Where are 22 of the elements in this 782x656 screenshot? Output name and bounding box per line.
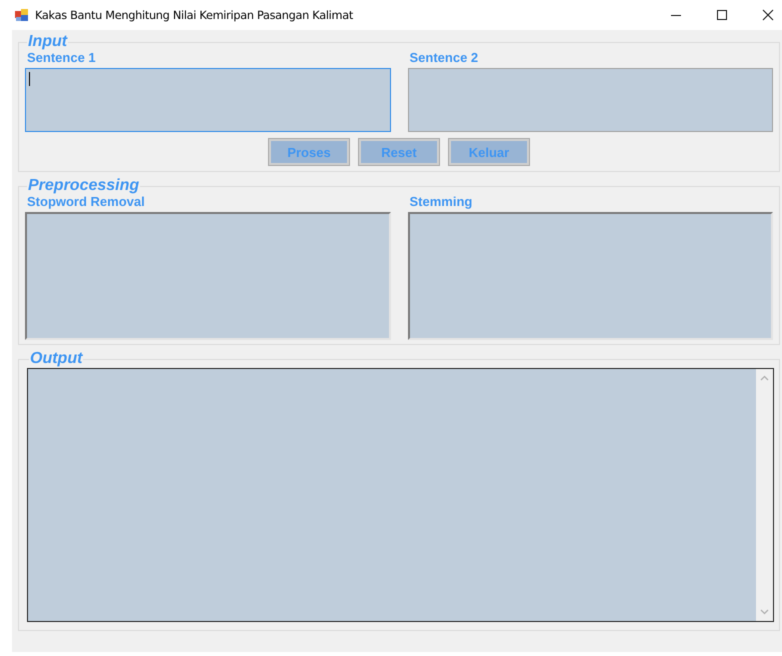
window-title: Kakas Bantu Menghitung Nilai Kemiripan Pasangan Kalimat <box>35 8 353 22</box>
group-title: Preprocessing <box>27 178 140 194</box>
group-title: Output <box>29 351 84 367</box>
action-button[interactable]: Reset <box>358 138 440 166</box>
field-label: Stemming <box>410 194 474 209</box>
scrollbar[interactable] <box>756 369 773 621</box>
field-label: Sentence 2 <box>410 50 480 65</box>
field-label: Sentence 1 <box>27 50 97 65</box>
text-area[interactable] <box>25 212 390 340</box>
text-area[interactable] <box>25 68 390 132</box>
text-area[interactable] <box>408 212 773 340</box>
group-title: Input <box>27 34 68 50</box>
close-icon[interactable] <box>762 9 774 21</box>
scroll-up-icon[interactable] <box>760 375 769 381</box>
app-icon <box>15 8 29 22</box>
action-button[interactable]: Proses <box>268 138 350 166</box>
text-cursor <box>29 72 30 86</box>
action-button[interactable]: Keluar <box>448 138 530 166</box>
scroll-down-icon[interactable] <box>760 609 769 615</box>
maximize-icon[interactable] <box>716 9 728 21</box>
field-label: Stopword Removal <box>27 194 146 209</box>
text-area[interactable] <box>408 68 773 132</box>
